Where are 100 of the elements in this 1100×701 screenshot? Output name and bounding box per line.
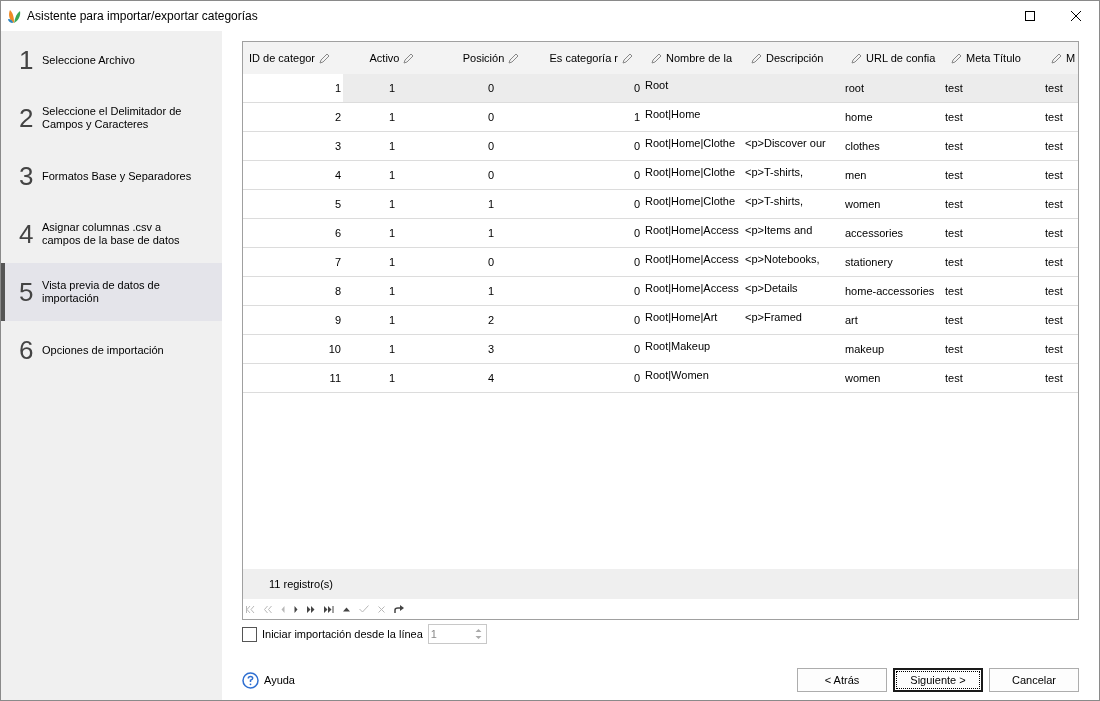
table-cell-text: 0 (633, 225, 640, 241)
record-count: 11 registro(s) (269, 576, 333, 592)
wizard-step[interactable]: 3 Formatos Base y Separadores (1, 147, 222, 205)
table-cell-text: 0 (487, 254, 495, 270)
table-cell-text: 9 (334, 312, 341, 328)
start-line-spinner[interactable]: 1 (427, 624, 487, 644)
table-cell-text: women (845, 370, 881, 386)
table-cell-text: Root|Home|Clothe (645, 136, 736, 151)
table-cell-text: 0 (633, 370, 640, 386)
table-cell-text: test (1045, 196, 1063, 212)
table-cell-text: 1 (388, 341, 396, 357)
table-cell-text: 1 (388, 312, 396, 328)
table-cell-text: test (1045, 283, 1063, 299)
table-cell-text: stationery (845, 254, 893, 270)
table-cell-text: Root|Women (645, 368, 709, 383)
wizard-step[interactable]: 4 Asignar columnas .csv a campos de la base de datos (1, 205, 222, 263)
start-line-checkbox[interactable] (242, 626, 257, 642)
column-header[interactable]: M (1041, 42, 1078, 74)
maximize-icon[interactable] (1025, 11, 1035, 21)
start-line-label: Iniciar importación desde la línea (262, 626, 423, 642)
table-cell-text: 2 (487, 312, 495, 328)
wizard-button[interactable]: < Atrás (797, 668, 887, 692)
table-cell-text: 1 (388, 283, 396, 299)
pencil-icon (403, 52, 415, 64)
column-header[interactable]: Meta Título (941, 42, 1041, 74)
table-cell-text: test (1045, 138, 1063, 154)
insert-record-icon[interactable] (343, 606, 350, 612)
table-cell-text: 1 (388, 109, 396, 125)
wizard-button[interactable]: Cancelar (989, 668, 1079, 692)
table-cell-text: 5 (334, 196, 341, 212)
table-cell-text: 1 (388, 167, 396, 183)
table-cell-text: <p>Discover our (745, 136, 826, 151)
table-cell-text: <p>Framed (745, 310, 802, 325)
table-cell-text: Root|Home|Access (645, 223, 739, 238)
refresh-icon[interactable] (394, 605, 404, 613)
table-cell-text: women (845, 196, 881, 212)
table-cell-text: Root|Home|Clothe (645, 194, 736, 209)
column-header[interactable]: Es categoría r (541, 42, 641, 74)
column-header[interactable]: Posición (441, 42, 541, 74)
table-cell-text: 0 (487, 80, 495, 96)
table-cell-text: test (945, 167, 963, 183)
table-cell-text: test (1045, 80, 1063, 96)
pencil-icon (1051, 52, 1062, 64)
wizard-step[interactable]: 6 Opciones de importación (1, 321, 222, 379)
table-cell-text: test (1045, 167, 1063, 183)
table-cell-text: test (945, 254, 963, 270)
table-cell-text: 7 (334, 254, 341, 270)
next-page-icon[interactable] (307, 605, 315, 613)
table-cell-text: test (945, 109, 963, 125)
column-header[interactable]: Descripción (741, 42, 841, 74)
table-cell-text: test (945, 225, 963, 241)
next-record-icon[interactable] (294, 605, 298, 613)
table-cell-text: 3 (334, 138, 341, 154)
help-link[interactable]: Ayuda (242, 671, 295, 689)
table-cell-text: <p>T-shirts, (745, 165, 804, 180)
table-cell-text: Root|Home|Access (645, 281, 739, 296)
table-cell-text: Root (645, 78, 669, 93)
table-cell-text: home-accessories (845, 283, 935, 299)
table-cell-text: 3 (487, 341, 495, 357)
check-icon[interactable] (359, 605, 369, 613)
table-cell-text: 0 (633, 138, 640, 154)
table-cell-text: 0 (487, 167, 495, 183)
table-cell-text: 11 (329, 370, 341, 386)
table-row[interactable]: 1 1 0 0 Root root test test (243, 74, 1078, 103)
table-cell-text: 1 (388, 225, 396, 241)
table-cell-text: test (945, 196, 963, 212)
table-cell-text: 1 (388, 370, 396, 386)
table-cell-text: test (945, 138, 963, 154)
table-cell-text: Root|Home|Clothe (645, 165, 736, 180)
table-cell-text: Root|Makeup (645, 339, 711, 354)
table-cell-text: Root|Home|Access (645, 252, 739, 267)
close-icon[interactable] (1071, 11, 1081, 21)
wizard-step[interactable]: 2 Seleccione el Delimitador de Campos y Caracteres (1, 89, 222, 147)
table-cell-text: test (945, 312, 963, 328)
last-record-icon[interactable] (324, 605, 334, 613)
table-cell-text: test (1045, 225, 1063, 241)
column-header[interactable]: URL de confia (841, 42, 941, 74)
table-cell-text: 6 (334, 225, 341, 241)
table-cell-text: 1 (487, 283, 495, 299)
table-cell-text: 0 (633, 341, 640, 357)
table-cell-text: <p>T-shirts, (745, 194, 804, 209)
table-cell-text: test (1045, 254, 1063, 270)
table-cell-text: <p>Details (745, 281, 798, 296)
table-cell-text: test (1045, 341, 1063, 357)
column-header[interactable]: ID de categor (243, 42, 343, 74)
pencil-icon (651, 52, 662, 64)
column-header[interactable]: Nombre de la (641, 42, 741, 74)
table-cell-text: 1 (633, 109, 640, 125)
wizard-button[interactable]: Siguiente > (893, 668, 983, 692)
table-cell-text: 1 (334, 80, 341, 96)
table-cell-text: 0 (633, 196, 640, 212)
table-cell-text: home (845, 109, 873, 125)
pencil-icon (751, 52, 762, 64)
table-cell-text: test (1045, 370, 1063, 386)
wizard-step[interactable]: 1 Seleccione Archivo (1, 31, 222, 89)
column-header[interactable]: Activo (343, 42, 441, 74)
table-cell-text: 4 (334, 167, 341, 183)
table-cell-text: 0 (633, 254, 640, 270)
table-cell-text: accessories (845, 225, 904, 241)
table-cell-text: 1 (388, 80, 396, 96)
